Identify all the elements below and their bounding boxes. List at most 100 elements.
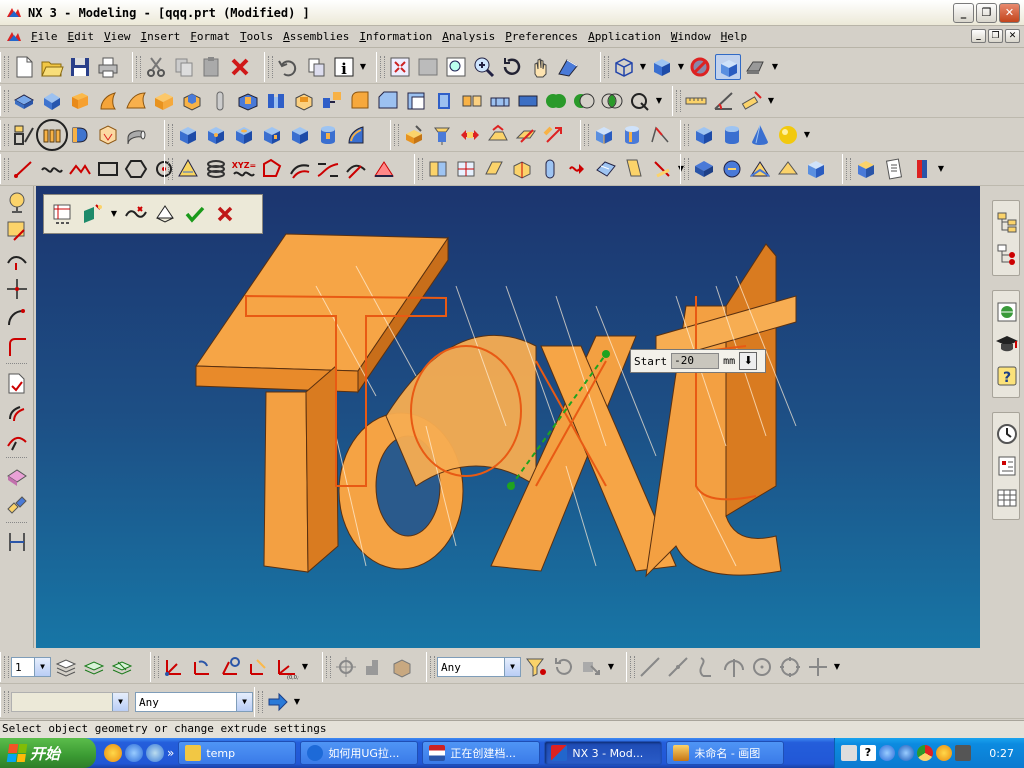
surface-pink-icon[interactable] [4, 464, 30, 490]
chamfer-icon[interactable] [375, 88, 401, 114]
csys-constructor-icon[interactable] [361, 654, 387, 680]
move-pole-icon[interactable] [719, 156, 745, 182]
work-layer-select[interactable]: 1 ▼ [11, 657, 51, 677]
sketch-corner-icon[interactable] [4, 334, 30, 360]
chevron-down-icon[interactable]: ▼ [833, 654, 841, 680]
line-icon[interactable] [11, 156, 37, 182]
wcs-display-icon[interactable]: (0,0,0) [273, 654, 299, 680]
bounded-plane-icon[interactable] [537, 156, 563, 182]
extension-icon[interactable] [649, 156, 675, 182]
cylinder-solid-icon[interactable] [719, 122, 745, 148]
chevron-down-icon[interactable]: ▼ [803, 122, 811, 148]
menu-insert[interactable]: Insert [136, 30, 186, 43]
quick-pick-icon[interactable] [579, 654, 605, 680]
start-button[interactable]: 开始 [0, 738, 96, 768]
block-corner-icon[interactable] [203, 122, 229, 148]
doc-close-button[interactable]: ✕ [1005, 29, 1020, 43]
restore-button[interactable]: ❐ [976, 3, 997, 23]
menu-application[interactable]: Application [583, 30, 666, 43]
extrude-icon[interactable] [67, 88, 93, 114]
assembly-navigator-icon[interactable] [994, 209, 1020, 235]
law-curve-icon[interactable]: XYZ= [231, 156, 257, 182]
sketch-arc-icon[interactable] [4, 305, 30, 331]
block-feature-icon[interactable] [11, 88, 37, 114]
groove-icon[interactable] [291, 88, 317, 114]
cut-icon[interactable] [143, 54, 169, 80]
constraints-icon[interactable] [4, 370, 30, 396]
chevron-down-icon[interactable]: ▼ [767, 88, 775, 114]
repeat-command-icon[interactable] [303, 54, 329, 80]
history-clock-icon[interactable] [994, 421, 1020, 447]
taper-icon[interactable] [431, 88, 457, 114]
wcs-dynamics-icon[interactable] [245, 654, 271, 680]
chevron-down-icon[interactable]: ▼ [504, 658, 520, 676]
training-icon[interactable] [994, 331, 1020, 357]
body-type-icon[interactable] [152, 201, 178, 227]
cylinder-icon[interactable] [315, 122, 341, 148]
reorder-feature-icon[interactable] [485, 122, 511, 148]
snap-control-point-icon[interactable] [693, 654, 719, 680]
intersection-curve-icon[interactable] [371, 156, 397, 182]
no-display-icon[interactable] [687, 54, 713, 80]
extrude-settings-icon[interactable] [50, 201, 76, 227]
chevron-down-icon[interactable]: ▼ [236, 693, 252, 711]
polygon-icon[interactable] [123, 156, 149, 182]
zoom-window-icon[interactable] [415, 54, 441, 80]
snap-end-point-icon[interactable] [637, 654, 663, 680]
vector-constructor-icon[interactable] [389, 654, 415, 680]
report-icon[interactable] [881, 156, 907, 182]
chevron-down-icon[interactable]: ▼ [655, 88, 663, 114]
edge-blend-icon[interactable] [347, 88, 373, 114]
qq-icon[interactable] [104, 744, 122, 762]
filter-funnel-icon[interactable] [523, 654, 549, 680]
part-navigator-icon[interactable] [853, 156, 879, 182]
point-constructor-icon[interactable] [333, 654, 359, 680]
block-pocket-icon[interactable] [259, 122, 285, 148]
network-icon[interactable] [879, 745, 895, 761]
minimize-button[interactable]: _ [953, 3, 974, 23]
select-curve-icon[interactable] [122, 201, 148, 227]
wcs-rotate-icon[interactable] [189, 654, 215, 680]
ok-check-icon[interactable] [182, 201, 208, 227]
new-file-icon[interactable] [11, 54, 37, 80]
hole-icon[interactable] [151, 88, 177, 114]
change-stiffness-icon[interactable] [803, 156, 829, 182]
sketch-line-icon[interactable] [4, 276, 30, 302]
delete-icon[interactable] [227, 54, 253, 80]
chevron-down-icon[interactable]: ▼ [677, 54, 685, 80]
chevron-down-icon[interactable]: ▼ [34, 658, 50, 676]
start-dropdown-icon[interactable]: ⬇ [739, 352, 758, 370]
move-to-layer-icon[interactable] [109, 654, 135, 680]
replay-feature-icon[interactable] [541, 122, 567, 148]
instance-icon[interactable] [459, 88, 485, 114]
block-hole-icon[interactable] [231, 122, 257, 148]
type-filter-select[interactable]: Any ▼ [437, 657, 521, 677]
task-nx[interactable]: NX 3 - Mod... [544, 741, 663, 765]
trim-body-icon[interactable] [627, 88, 653, 114]
menu-file[interactable]: File [26, 30, 63, 43]
shaded-view-icon[interactable] [555, 54, 581, 80]
cylinder-primitive-icon[interactable] [619, 122, 645, 148]
paste-icon[interactable] [199, 54, 225, 80]
ie-icon[interactable] [146, 744, 164, 762]
shaded-cube-active-icon[interactable] [715, 54, 741, 80]
boss-icon[interactable] [179, 88, 205, 114]
intersect-icon[interactable] [599, 88, 625, 114]
patch-icon[interactable] [515, 88, 541, 114]
undo-icon[interactable] [275, 54, 301, 80]
offset-sketch-icon[interactable] [4, 399, 30, 425]
part-navigator-tree-icon[interactable] [994, 241, 1020, 267]
cancel-x-icon[interactable] [212, 201, 238, 227]
doc-minimize-button[interactable]: _ [971, 29, 986, 43]
save-icon[interactable] [67, 54, 93, 80]
snap-intersection-icon[interactable] [721, 654, 747, 680]
snap-arc-center-icon[interactable] [749, 654, 775, 680]
graphics-viewport[interactable] [36, 186, 980, 648]
point-set-icon[interactable] [67, 156, 93, 182]
pocket-icon[interactable] [235, 88, 261, 114]
chevron-down-icon[interactable]: ▼ [607, 654, 615, 680]
swept-surface-icon[interactable] [481, 156, 507, 182]
3d-text-model[interactable] [36, 186, 980, 648]
spline-icon[interactable] [39, 156, 65, 182]
system-materials-icon[interactable] [994, 453, 1020, 479]
